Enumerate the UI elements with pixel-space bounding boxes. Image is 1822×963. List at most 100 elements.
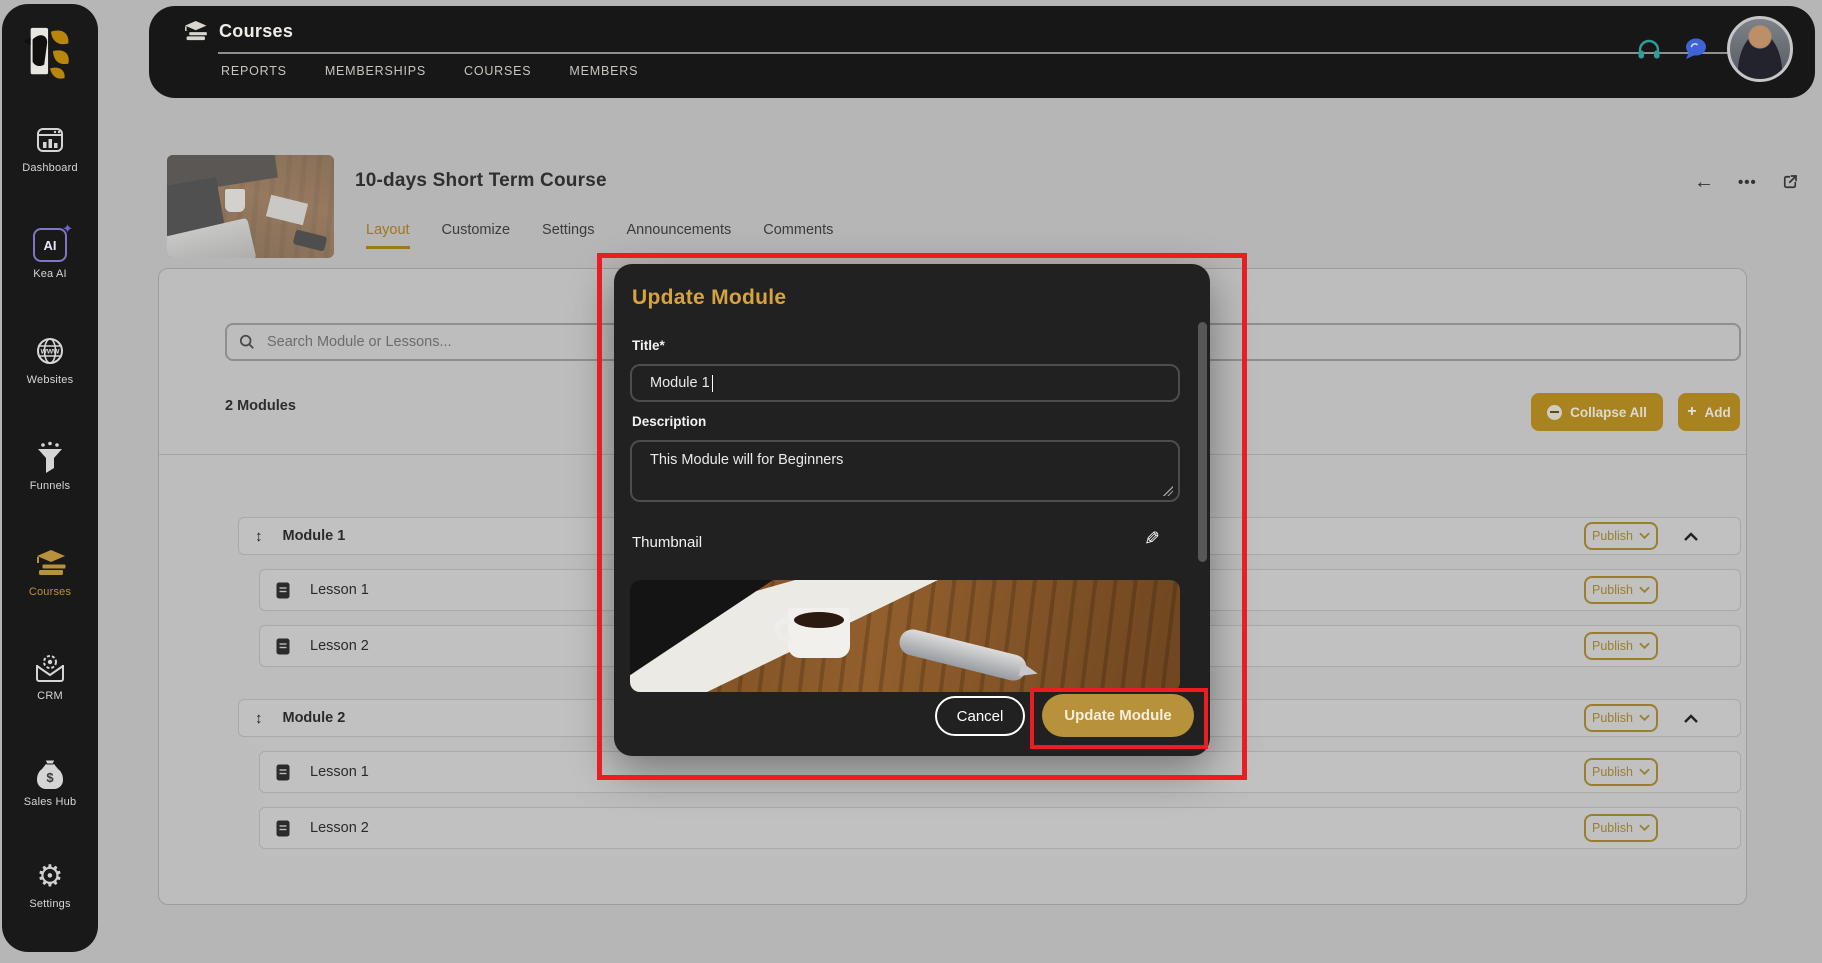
header-nav: REPORTS MEMBERSHIPS COURSES MEMBERS [221, 64, 638, 78]
publish-select[interactable]: Publish [1584, 522, 1658, 550]
nav-reports[interactable]: REPORTS [221, 64, 287, 78]
sidebar-item-label: Settings [29, 898, 70, 910]
sidebar-item-sales-hub[interactable]: $ Sales Hub [2, 756, 98, 808]
title-field-label: Title* [632, 338, 665, 353]
sidebar-item-crm[interactable]: CRM [2, 652, 98, 702]
header-title: Courses [181, 18, 293, 44]
websites-globe-icon: www [33, 334, 67, 368]
tab-layout[interactable]: Layout [366, 222, 410, 249]
app-root: Dashboard AI ✦ Kea AI www Websites [0, 0, 1822, 963]
svg-text:www: www [40, 347, 60, 356]
more-options-icon[interactable]: ••• [1738, 174, 1757, 191]
drag-handle-icon[interactable]: ↕ [255, 710, 263, 727]
lesson-doc-icon [276, 582, 290, 599]
chat-bubble-icon[interactable] [1681, 35, 1709, 63]
lesson-row[interactable]: Lesson 1 Publish [259, 751, 1741, 793]
back-arrow-icon[interactable]: ← [1694, 172, 1714, 192]
tab-comments[interactable]: Comments [763, 222, 833, 249]
nav-courses[interactable]: COURSES [464, 64, 531, 78]
page-title: Courses [219, 21, 293, 42]
dialog-scrollbar[interactable] [1198, 322, 1207, 562]
lesson-title: Lesson 1 [310, 582, 369, 598]
courses-books-icon [181, 18, 209, 44]
header-actions [1635, 16, 1793, 82]
sparkle-icon: ✦ [62, 221, 73, 237]
course-actions: ← ••• [1694, 172, 1799, 192]
sidebar-item-label: Funnels [30, 480, 71, 492]
chevron-down-icon [1639, 824, 1650, 832]
tab-settings[interactable]: Settings [542, 222, 594, 249]
text-caret [712, 375, 714, 392]
top-header: Courses REPORTS MEMBERSHIPS COURSES MEMB… [149, 6, 1815, 98]
course-tabs: Layout Customize Settings Announcements … [366, 222, 833, 249]
search-icon [239, 334, 255, 350]
module-title: Module 1 [283, 528, 346, 544]
sidebar-item-websites[interactable]: www Websites [2, 334, 98, 386]
nav-memberships[interactable]: MEMBERSHIPS [325, 64, 426, 78]
crm-icon [33, 652, 67, 684]
add-label: Add [1705, 405, 1731, 420]
title-input[interactable]: Module 1 [630, 364, 1180, 402]
tab-announcements[interactable]: Announcements [626, 222, 731, 249]
header-divider [218, 52, 1730, 54]
course-thumbnail-image [167, 155, 334, 258]
description-field-label: Description [632, 414, 706, 429]
sidebar-item-label: Kea AI [33, 268, 67, 280]
description-textarea[interactable]: This Module will for Beginners [630, 440, 1180, 502]
update-module-dialog: Update Module Title* Module 1 Descriptio… [614, 264, 1210, 756]
lesson-doc-icon [276, 764, 290, 781]
modules-count: 2 Modules [225, 398, 296, 414]
nav-members[interactable]: MEMBERS [569, 64, 638, 78]
lesson-row[interactable]: Lesson 2 Publish [259, 807, 1741, 849]
dialog-title: Update Module [632, 286, 786, 310]
lesson-title: Lesson 2 [310, 820, 369, 836]
collapse-module-icon[interactable] [1684, 532, 1698, 541]
sidebar-item-courses[interactable]: Courses [2, 546, 98, 598]
add-module-button[interactable]: + Add [1678, 393, 1740, 431]
lesson-title: Lesson 2 [310, 638, 369, 654]
lesson-doc-icon [276, 638, 290, 655]
module-thumbnail-image [630, 580, 1180, 692]
sidebar-item-kea-ai[interactable]: AI ✦ Kea AI [2, 228, 98, 280]
publish-select[interactable]: Publish [1584, 576, 1658, 604]
collapse-module-icon[interactable] [1684, 714, 1698, 723]
collapse-all-button[interactable]: Collapse All [1531, 393, 1663, 431]
module-title: Module 2 [283, 710, 346, 726]
publish-select[interactable]: Publish [1584, 758, 1658, 786]
funnels-icon [34, 440, 66, 474]
svg-text:$: $ [46, 770, 54, 785]
external-link-icon[interactable] [1781, 173, 1799, 191]
sidebar-item-label: CRM [37, 690, 63, 702]
kea-bird-logo [21, 22, 79, 84]
publish-select[interactable]: Publish [1584, 632, 1658, 660]
user-avatar[interactable] [1727, 16, 1793, 82]
chevron-down-icon [1639, 586, 1650, 594]
sidebar-item-label: Dashboard [22, 162, 78, 174]
resize-grip-icon[interactable] [1163, 486, 1173, 496]
course-title: 10-days Short Term Course [355, 170, 607, 192]
update-module-button[interactable]: Update Module [1042, 694, 1194, 737]
sidebar-item-label: Websites [27, 374, 74, 386]
sidebar-item-dashboard[interactable]: Dashboard [2, 124, 98, 174]
lesson-title: Lesson 1 [310, 764, 369, 780]
chevron-down-icon [1639, 532, 1650, 540]
drag-handle-icon[interactable]: ↕ [255, 528, 263, 545]
dashboard-icon [34, 124, 66, 156]
lesson-doc-icon [276, 820, 290, 837]
kea-ai-icon: AI ✦ [33, 228, 67, 262]
headset-icon[interactable] [1635, 35, 1663, 63]
gear-icon: ⚙ [37, 862, 64, 892]
chevron-down-icon [1639, 714, 1650, 722]
publish-select[interactable]: Publish [1584, 814, 1658, 842]
sidebar-item-label: Courses [29, 586, 71, 598]
thumbnail-field-label: Thumbnail [632, 534, 702, 551]
publish-select[interactable]: Publish [1584, 704, 1658, 732]
sidebar-item-settings[interactable]: ⚙ Settings [2, 862, 98, 910]
tab-customize[interactable]: Customize [442, 222, 511, 249]
courses-icon [32, 546, 68, 580]
sidebar-item-funnels[interactable]: Funnels [2, 440, 98, 492]
chevron-down-icon [1639, 768, 1650, 776]
edit-thumbnail-pencil-icon[interactable]: ✎ [1144, 528, 1160, 551]
cancel-button[interactable]: Cancel [935, 696, 1025, 736]
sidebar: Dashboard AI ✦ Kea AI www Websites [2, 4, 98, 952]
